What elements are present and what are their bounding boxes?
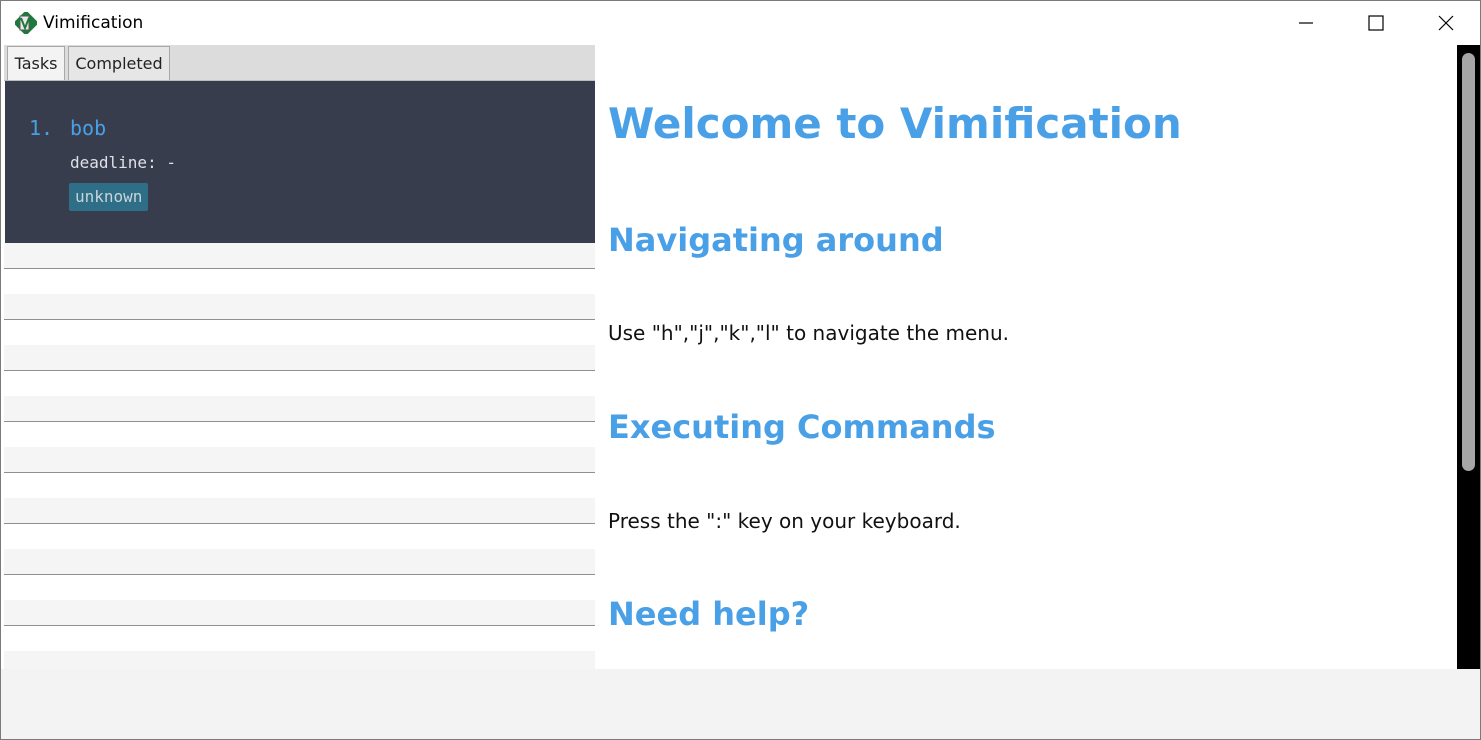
maximize-icon [1368,15,1384,31]
list-row-divider [4,421,595,422]
list-row-stripe [4,447,595,472]
close-button[interactable] [1411,1,1481,45]
close-icon [1438,15,1454,31]
list-row-divider [4,523,595,524]
empty-list-rows [4,243,595,676]
help-panel: Welcome to Vimification Navigating aroun… [595,45,1457,669]
section-text-commands: Press the ":" key on your keyboard. [608,509,961,533]
vim-app-icon [13,10,39,36]
app-window: Vimification Tasks Completed 1. bob dead… [0,0,1481,740]
list-row-stripe [4,600,595,625]
task-index: 1. [29,116,54,140]
command-area[interactable] [1,669,1480,739]
tab-completed[interactable]: Completed [68,46,170,80]
list-row-divider [4,574,595,575]
list-row-divider [4,370,595,371]
window-title: Vimification [43,13,144,33]
tab-tasks[interactable]: Tasks [7,46,65,80]
list-row-divider [4,472,595,473]
list-row-stripe [4,396,595,421]
title-bar[interactable]: Vimification [1,1,1480,45]
list-row-stripe [4,294,595,319]
minimize-button[interactable] [1271,1,1341,45]
minimize-icon [1298,15,1314,31]
task-tag: unknown [69,183,149,211]
list-row-stripe [4,345,595,370]
vertical-scrollbar[interactable] [1457,45,1480,669]
section-heading-commands: Executing Commands [608,408,996,446]
list-row-stripe [4,243,595,268]
list-row-stripe [4,498,595,523]
maximize-button[interactable] [1341,1,1411,45]
list-row-divider [4,268,595,269]
welcome-title: Welcome to Vimification [608,99,1182,148]
scrollbar-thumb[interactable] [1462,53,1475,471]
tab-bar: Tasks Completed [4,45,595,81]
task-deadline: deadline: - [70,153,176,172]
task-card[interactable]: 1. bob deadline: - unknown [5,81,595,243]
section-heading-help: Need help? [608,595,810,633]
task-name: bob [70,116,107,140]
section-heading-navigating: Navigating around [608,221,944,259]
task-panel: Tasks Completed 1. bob deadline: - unkno… [4,45,595,676]
list-row-divider [4,625,595,626]
section-text-navigating: Use "h","j","k","l" to navigate the menu… [608,321,1010,345]
list-row-divider [4,319,595,320]
list-row-stripe [4,549,595,574]
